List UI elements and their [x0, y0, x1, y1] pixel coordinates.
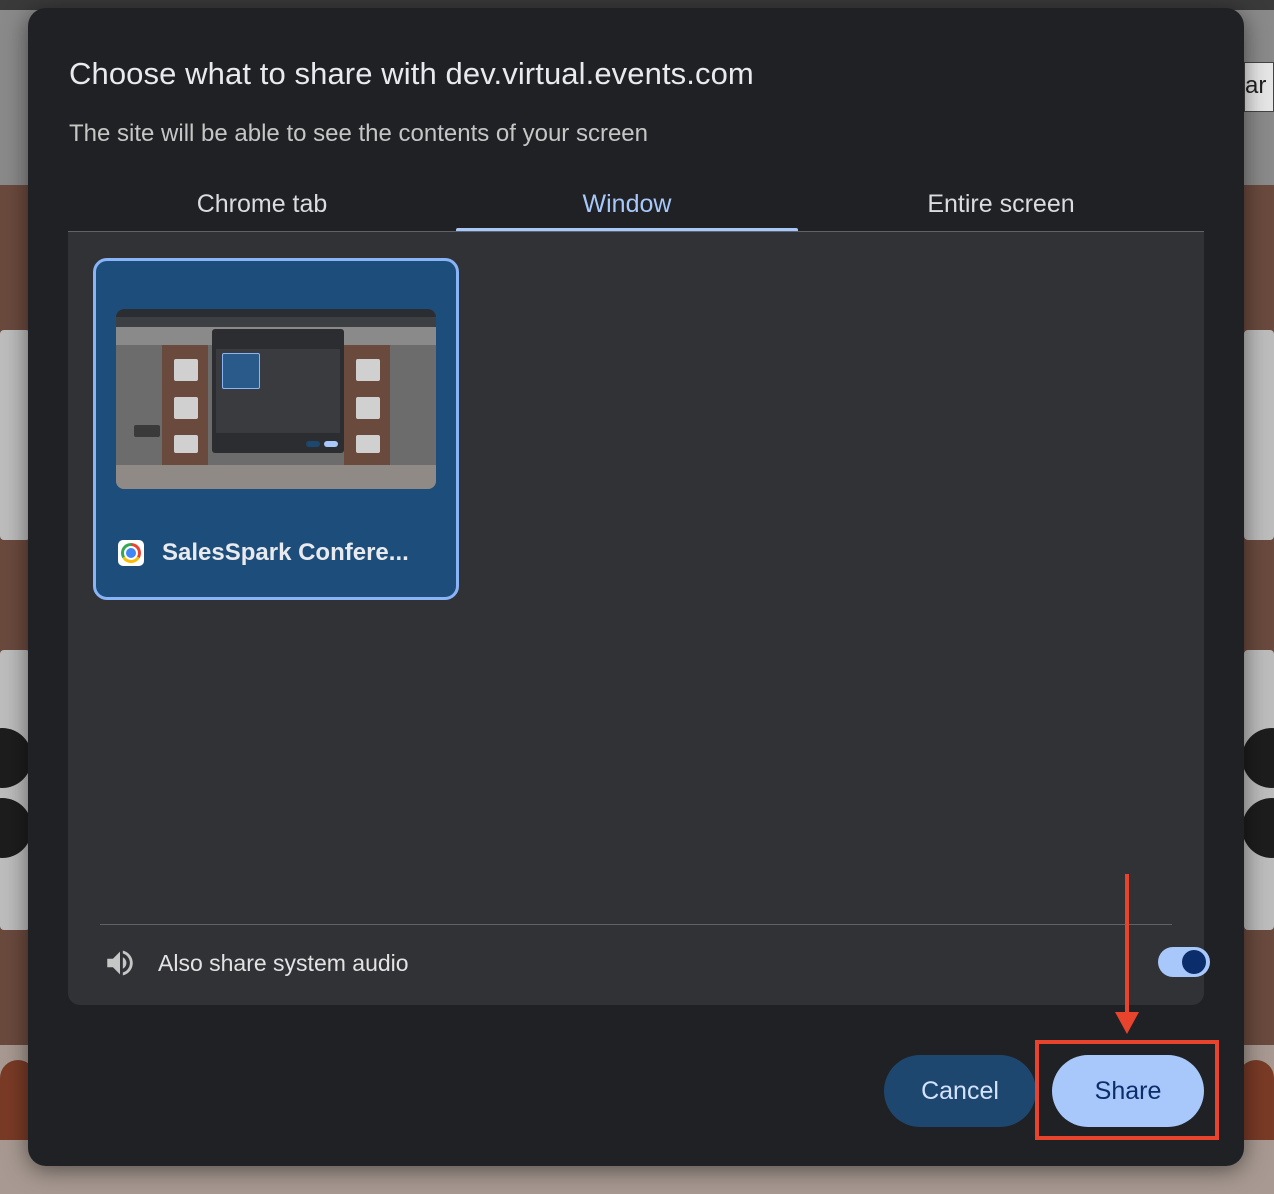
cancel-button[interactable]: Cancel	[884, 1055, 1036, 1127]
window-source-title: SalesSpark Confere...	[162, 539, 409, 566]
audio-divider	[100, 924, 1172, 925]
tab-chrome-tab[interactable]: Chrome tab	[68, 176, 456, 232]
dialog-title: Choose what to share with dev.virtual.ev…	[69, 56, 754, 91]
speaker-icon	[102, 945, 138, 981]
source-list-panel: SalesSpark Confere... Also share system …	[68, 231, 1210, 1005]
background-side-text: ar	[1244, 62, 1274, 112]
annotation-arrow-line	[1125, 874, 1129, 1016]
share-type-tabs: Chrome tab Window Entire screen	[68, 176, 1204, 232]
tab-window[interactable]: Window	[456, 176, 798, 232]
dialog-subtitle: The site will be able to see the content…	[69, 120, 648, 147]
share-audio-toggle[interactable]	[1158, 947, 1210, 977]
screen-share-dialog: Choose what to share with dev.virtual.ev…	[28, 8, 1244, 1166]
background-panel	[0, 650, 30, 930]
annotation-arrow-head	[1115, 1012, 1139, 1034]
background-panel	[0, 330, 30, 540]
window-source-footer: SalesSpark Confere...	[118, 539, 409, 567]
tab-entire-screen[interactable]: Entire screen	[798, 176, 1204, 232]
background-panel	[1244, 650, 1274, 930]
window-thumbnail	[116, 309, 436, 489]
toggle-knob	[1182, 950, 1206, 974]
background-panel	[1244, 330, 1274, 540]
annotation-highlight-box	[1035, 1040, 1219, 1140]
system-audio-row: Also share system audio	[102, 938, 1210, 988]
window-source-card[interactable]: SalesSpark Confere...	[93, 258, 459, 600]
audio-label: Also share system audio	[158, 949, 409, 976]
chrome-icon	[118, 540, 144, 566]
